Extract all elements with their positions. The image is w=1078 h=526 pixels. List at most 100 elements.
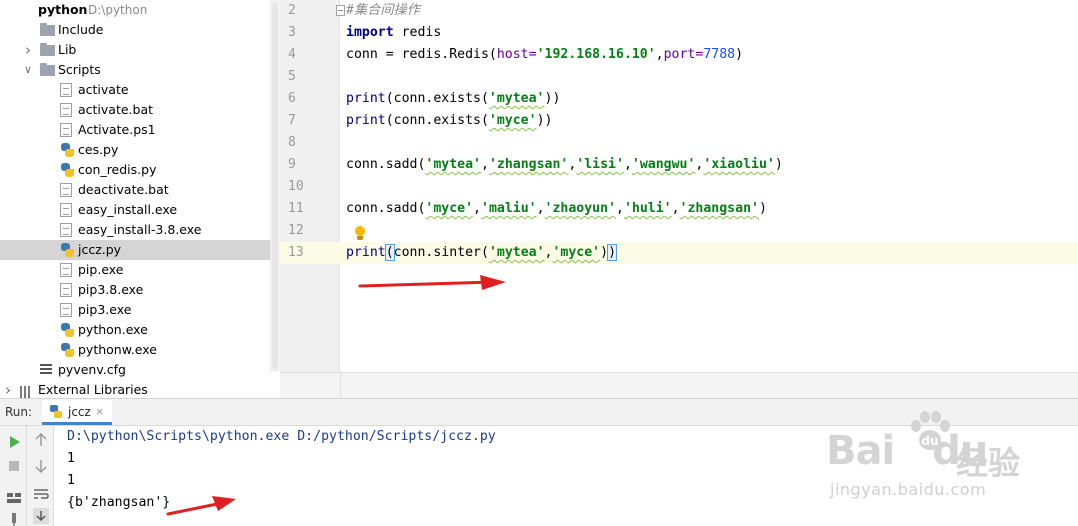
code-line-2[interactable]: #集合间操作 <box>346 0 420 22</box>
chevron-down-icon[interactable]: ∨ <box>22 60 34 80</box>
editor-bottom-divider <box>340 372 341 398</box>
tree-item[interactable]: activate <box>0 80 270 100</box>
folder-icon <box>40 43 55 56</box>
line-number: 8 <box>288 135 296 150</box>
tree-item[interactable]: easy_install.exe <box>0 200 270 220</box>
print-call: print <box>346 113 386 128</box>
file-icon <box>60 203 72 217</box>
pin-icon[interactable] <box>4 510 24 526</box>
tree-item-label: activate <box>78 82 129 97</box>
sinter-arg: 'mytea' <box>488 245 545 260</box>
rerun-icon[interactable] <box>4 432 24 452</box>
exists-close: )) <box>544 91 561 106</box>
folder-icon <box>40 63 55 76</box>
sadd-call: conn.sadd( <box>346 157 426 172</box>
line-number: 10 <box>288 179 304 194</box>
tree-item[interactable]: jccz.py <box>0 240 270 260</box>
exists-arg: 'myce' <box>488 113 537 128</box>
tree-item[interactable]: easy_install-3.8.exe <box>0 220 270 240</box>
module-name: redis <box>401 25 442 40</box>
tree-item[interactable]: pip.exe <box>0 260 270 280</box>
comma: , <box>480 157 489 172</box>
print-call: print <box>346 245 386 260</box>
tree-item-label: pip3.exe <box>78 302 132 317</box>
close-paren-highlight: ) <box>607 244 618 261</box>
line-number: 9 <box>288 157 296 172</box>
comma: , <box>671 201 680 216</box>
stop-icon[interactable] <box>4 456 24 476</box>
tree-item[interactable]: Include <box>0 20 270 40</box>
tree-item[interactable]: ∨ Scripts <box>0 60 270 80</box>
line-number: 5 <box>288 69 296 84</box>
project-scrollbar-thumb[interactable] <box>272 2 278 370</box>
lightbulb-icon[interactable] <box>354 226 366 242</box>
soft-wrap-icon[interactable] <box>31 484 51 504</box>
python-file-icon <box>60 343 74 357</box>
output-line: 1 <box>67 473 75 488</box>
code-line-7[interactable]: print(conn.exists('myce')) <box>346 110 552 132</box>
baidu-watermark: Bai du du 经验 jingyan.baidu.com <box>826 408 1066 518</box>
close-paren: ) <box>774 157 783 172</box>
tree-item[interactable]: pythonw.exe <box>0 340 270 360</box>
file-icon <box>60 303 72 317</box>
file-icon <box>60 83 72 97</box>
code-comment: #集合间操作 <box>346 3 420 18</box>
exists-call: (conn.exists( <box>385 113 489 128</box>
sadd-call: conn.sadd( <box>346 201 426 216</box>
host-value: '192.168.16.10' <box>536 47 656 62</box>
line-number: 6 <box>288 91 296 106</box>
project-root[interactable]: python D:\python <box>0 0 270 20</box>
layout-icon[interactable] <box>4 488 24 508</box>
code-line-13[interactable]: print(conn.sinter('mytea','myce')) <box>346 242 618 264</box>
watermark-logo-part: Bai <box>826 428 895 474</box>
comma: , <box>623 157 632 172</box>
file-icon <box>60 103 72 117</box>
chevron-right-icon[interactable]: › <box>2 380 14 398</box>
tree-item-label: pythonw.exe <box>78 342 157 357</box>
code-line-6[interactable]: print(conn.exists('mytea')) <box>346 88 560 110</box>
sinter-arg: 'myce' <box>552 245 601 260</box>
tree-item[interactable]: activate.bat <box>0 100 270 120</box>
tree-item[interactable]: pip3.8.exe <box>0 280 270 300</box>
down-arrow-icon[interactable] <box>31 456 51 476</box>
output-line: D:\python\Scripts\python.exe D:/python/S… <box>67 429 496 444</box>
code-line-3[interactable]: import redis <box>346 22 441 44</box>
open-paren-highlight: ( <box>384 244 395 261</box>
library-icon <box>20 384 34 398</box>
tree-item-label: deactivate.bat <box>78 182 169 197</box>
keyword-import: import <box>346 25 394 40</box>
tree-item[interactable]: › External Libraries <box>0 380 270 398</box>
tree-item[interactable]: › Lib <box>0 40 270 60</box>
file-icon <box>60 123 72 137</box>
project-root-path: D:\python <box>88 3 148 17</box>
port-param: port= <box>663 47 704 62</box>
tree-item[interactable]: con_redis.py <box>0 160 270 180</box>
close-icon[interactable]: × <box>95 405 104 418</box>
tree-item-label: Lib <box>58 42 77 57</box>
tree-item[interactable]: pyvenv.cfg <box>0 360 270 380</box>
sadd-arg: 'zhangsan' <box>679 201 759 216</box>
tree-item[interactable]: pip3.exe <box>0 300 270 320</box>
code-line-9[interactable]: conn.sadd('mytea','zhangsan','lisi','wan… <box>346 154 783 176</box>
run-toolbar-primary <box>0 426 27 526</box>
code-line-4[interactable]: conn = redis.Redis(host='192.168.16.10',… <box>346 44 743 66</box>
tree-item[interactable]: Activate.ps1 <box>0 120 270 140</box>
file-icon <box>60 263 72 277</box>
up-arrow-icon[interactable] <box>31 430 51 450</box>
tree-item[interactable]: ces.py <box>0 140 270 160</box>
scroll-to-end-icon[interactable] <box>31 506 51 526</box>
run-tab-label: jccz <box>68 405 91 419</box>
tree-item-label: easy_install-3.8.exe <box>78 222 202 237</box>
sinter-call: conn.sinter( <box>393 245 489 260</box>
code-line-11[interactable]: conn.sadd('myce','maliu','zhaoyun','huli… <box>346 198 767 220</box>
tree-item[interactable]: deactivate.bat <box>0 180 270 200</box>
line-number: 7 <box>288 113 296 128</box>
chevron-right-icon[interactable]: › <box>22 40 34 60</box>
line-number: 4 <box>288 47 296 62</box>
file-icon <box>60 283 72 297</box>
tree-item-label: activate.bat <box>78 102 154 117</box>
tree-item[interactable]: python.exe <box>0 320 270 340</box>
sadd-arg: 'xiaoliu' <box>703 157 775 172</box>
tree-item-label: Activate.ps1 <box>78 122 156 137</box>
tree-item-label: External Libraries <box>38 382 148 397</box>
